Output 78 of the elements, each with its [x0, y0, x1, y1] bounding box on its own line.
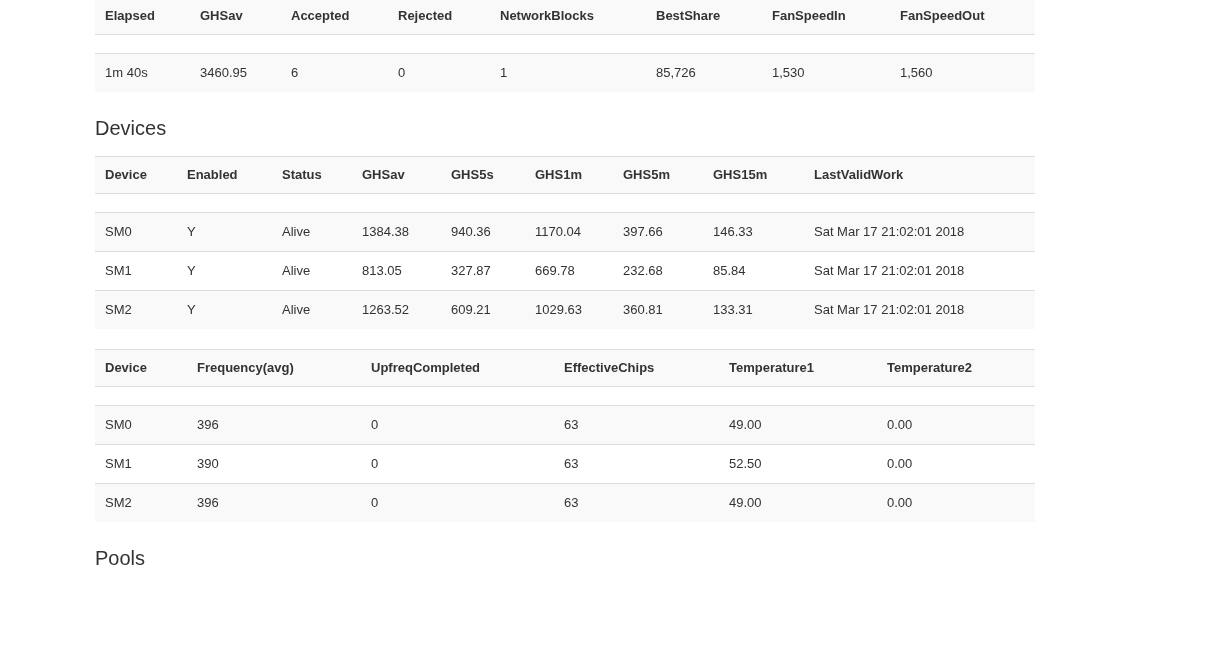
table-cell: 1263.52 — [352, 290, 441, 329]
column-header: GHS1m — [525, 156, 613, 194]
table-cell: 49.00 — [719, 483, 877, 522]
column-header: Device — [95, 349, 187, 387]
section-heading: Devices — [95, 117, 168, 139]
table-cell: Alive — [272, 212, 352, 252]
table-cell: 0 — [361, 483, 554, 522]
table-cell: 609.21 — [441, 290, 525, 329]
table-cell: 63 — [554, 405, 719, 445]
table-cell: 1 — [490, 53, 646, 92]
column-header: GHSav — [352, 156, 441, 194]
table-cell: 3460.95 — [190, 53, 281, 92]
column-header: Rejected — [388, 0, 490, 35]
table-cell: 396 — [187, 483, 361, 522]
table-cell: 1,560 — [890, 53, 1035, 92]
table-cell: 85,726 — [646, 53, 762, 92]
table-cell: 360.81 — [613, 290, 703, 329]
column-header: FanSpeedOut — [890, 0, 1035, 35]
table-cell: SM2 — [95, 483, 187, 522]
table-cell: 133.31 — [703, 290, 804, 329]
table-cell: SM1 — [95, 251, 177, 291]
table-cell: 390 — [187, 444, 361, 484]
column-header: GHSav — [190, 0, 281, 35]
table-cell: 396 — [187, 405, 361, 445]
table-cell: SM1 — [95, 444, 187, 484]
table-cell: 327.87 — [441, 251, 525, 291]
table-cell: 813.05 — [352, 251, 441, 291]
table-cell: 0 — [388, 53, 490, 92]
table-cell: Y — [177, 290, 272, 329]
table-cell: SM2 — [95, 290, 177, 329]
table-cell: Sat Mar 17 21:02:01 2018 — [804, 290, 1035, 329]
column-header: GHS5s — [441, 156, 525, 194]
table-cell: SM0 — [95, 212, 177, 252]
table-cell: 1,530 — [762, 53, 890, 92]
table-cell: 0.00 — [877, 444, 1035, 484]
section-heading: Pools — [95, 547, 147, 569]
table-cell: 232.68 — [613, 251, 703, 291]
column-header: Device — [95, 156, 177, 194]
table-cell: 669.78 — [525, 251, 613, 291]
table-cell: 63 — [554, 483, 719, 522]
column-header: Temperature2 — [877, 349, 1035, 387]
column-header: Accepted — [281, 0, 388, 35]
table-cell: 6 — [281, 53, 388, 92]
table-cell: Y — [177, 212, 272, 252]
column-header: Status — [272, 156, 352, 194]
table-cell: Sat Mar 17 21:02:01 2018 — [804, 212, 1035, 252]
table-cell: 0.00 — [877, 483, 1035, 522]
table-cell: 397.66 — [613, 212, 703, 252]
table-cell: 0 — [361, 405, 554, 445]
column-header: LastValidWork — [804, 156, 1035, 194]
table-cell: 85.84 — [703, 251, 804, 291]
table-cell: SM0 — [95, 405, 187, 445]
column-header: GHS15m — [703, 156, 804, 194]
column-header: UpfreqCompleted — [361, 349, 554, 387]
column-header: Temperature1 — [719, 349, 877, 387]
column-header: BestShare — [646, 0, 762, 35]
table-cell: 1m 40s — [95, 53, 190, 92]
table-cell: Y — [177, 251, 272, 291]
column-header: Frequency(avg) — [187, 349, 361, 387]
column-header: Enabled — [177, 156, 272, 194]
table-cell: 63 — [554, 444, 719, 484]
table-cell: 1029.63 — [525, 290, 613, 329]
column-header: Elapsed — [95, 0, 190, 35]
table-cell: 1384.38 — [352, 212, 441, 252]
table-cell: 146.33 — [703, 212, 804, 252]
column-header: NetworkBlocks — [490, 0, 646, 35]
column-header: FanSpeedIn — [762, 0, 890, 35]
table-cell: 0 — [361, 444, 554, 484]
table-cell: 1170.04 — [525, 212, 613, 252]
table-cell: 52.50 — [719, 444, 877, 484]
table-cell: 940.36 — [441, 212, 525, 252]
table-cell: Sat Mar 17 21:02:01 2018 — [804, 251, 1035, 291]
column-header: EffectiveChips — [554, 349, 719, 387]
table-cell: Alive — [272, 251, 352, 291]
table-cell: 0.00 — [877, 405, 1035, 445]
table-cell: 49.00 — [719, 405, 877, 445]
table-cell: Alive — [272, 290, 352, 329]
column-header: GHS5m — [613, 156, 703, 194]
